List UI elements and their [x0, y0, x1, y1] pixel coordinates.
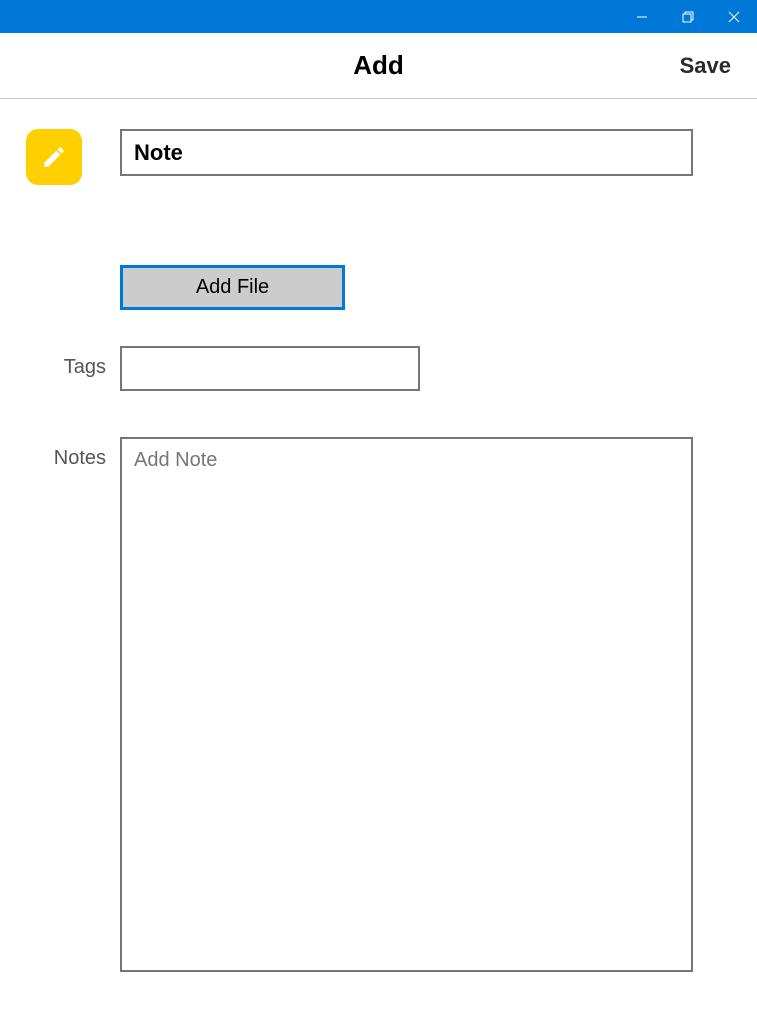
title-row: [22, 129, 735, 185]
note-type-icon-container: [26, 129, 82, 185]
title-input[interactable]: [120, 129, 693, 176]
tags-label: Tags: [22, 346, 120, 379]
page-title: Add: [0, 50, 757, 81]
close-icon: [728, 11, 740, 23]
save-button[interactable]: Save: [680, 53, 731, 79]
pencil-icon: [41, 144, 67, 170]
notes-label: Notes: [22, 437, 120, 470]
notes-row: Notes: [22, 437, 735, 977]
minimize-button[interactable]: [619, 0, 665, 33]
app-header: Add Save: [0, 33, 757, 99]
maximize-icon: [682, 11, 694, 23]
close-button[interactable]: [711, 0, 757, 33]
tags-input[interactable]: [120, 346, 420, 391]
tags-field-column: [120, 346, 735, 391]
form-content: Add File Tags Notes: [0, 99, 757, 977]
add-file-button[interactable]: Add File: [120, 265, 345, 310]
tags-row: Tags: [22, 346, 735, 391]
notes-textarea[interactable]: [120, 437, 693, 972]
notes-field-column: [120, 437, 735, 977]
maximize-button[interactable]: [665, 0, 711, 33]
window-titlebar: [0, 0, 757, 33]
minimize-icon: [636, 11, 648, 23]
icon-column: [22, 129, 120, 185]
title-field-column: [120, 129, 735, 176]
